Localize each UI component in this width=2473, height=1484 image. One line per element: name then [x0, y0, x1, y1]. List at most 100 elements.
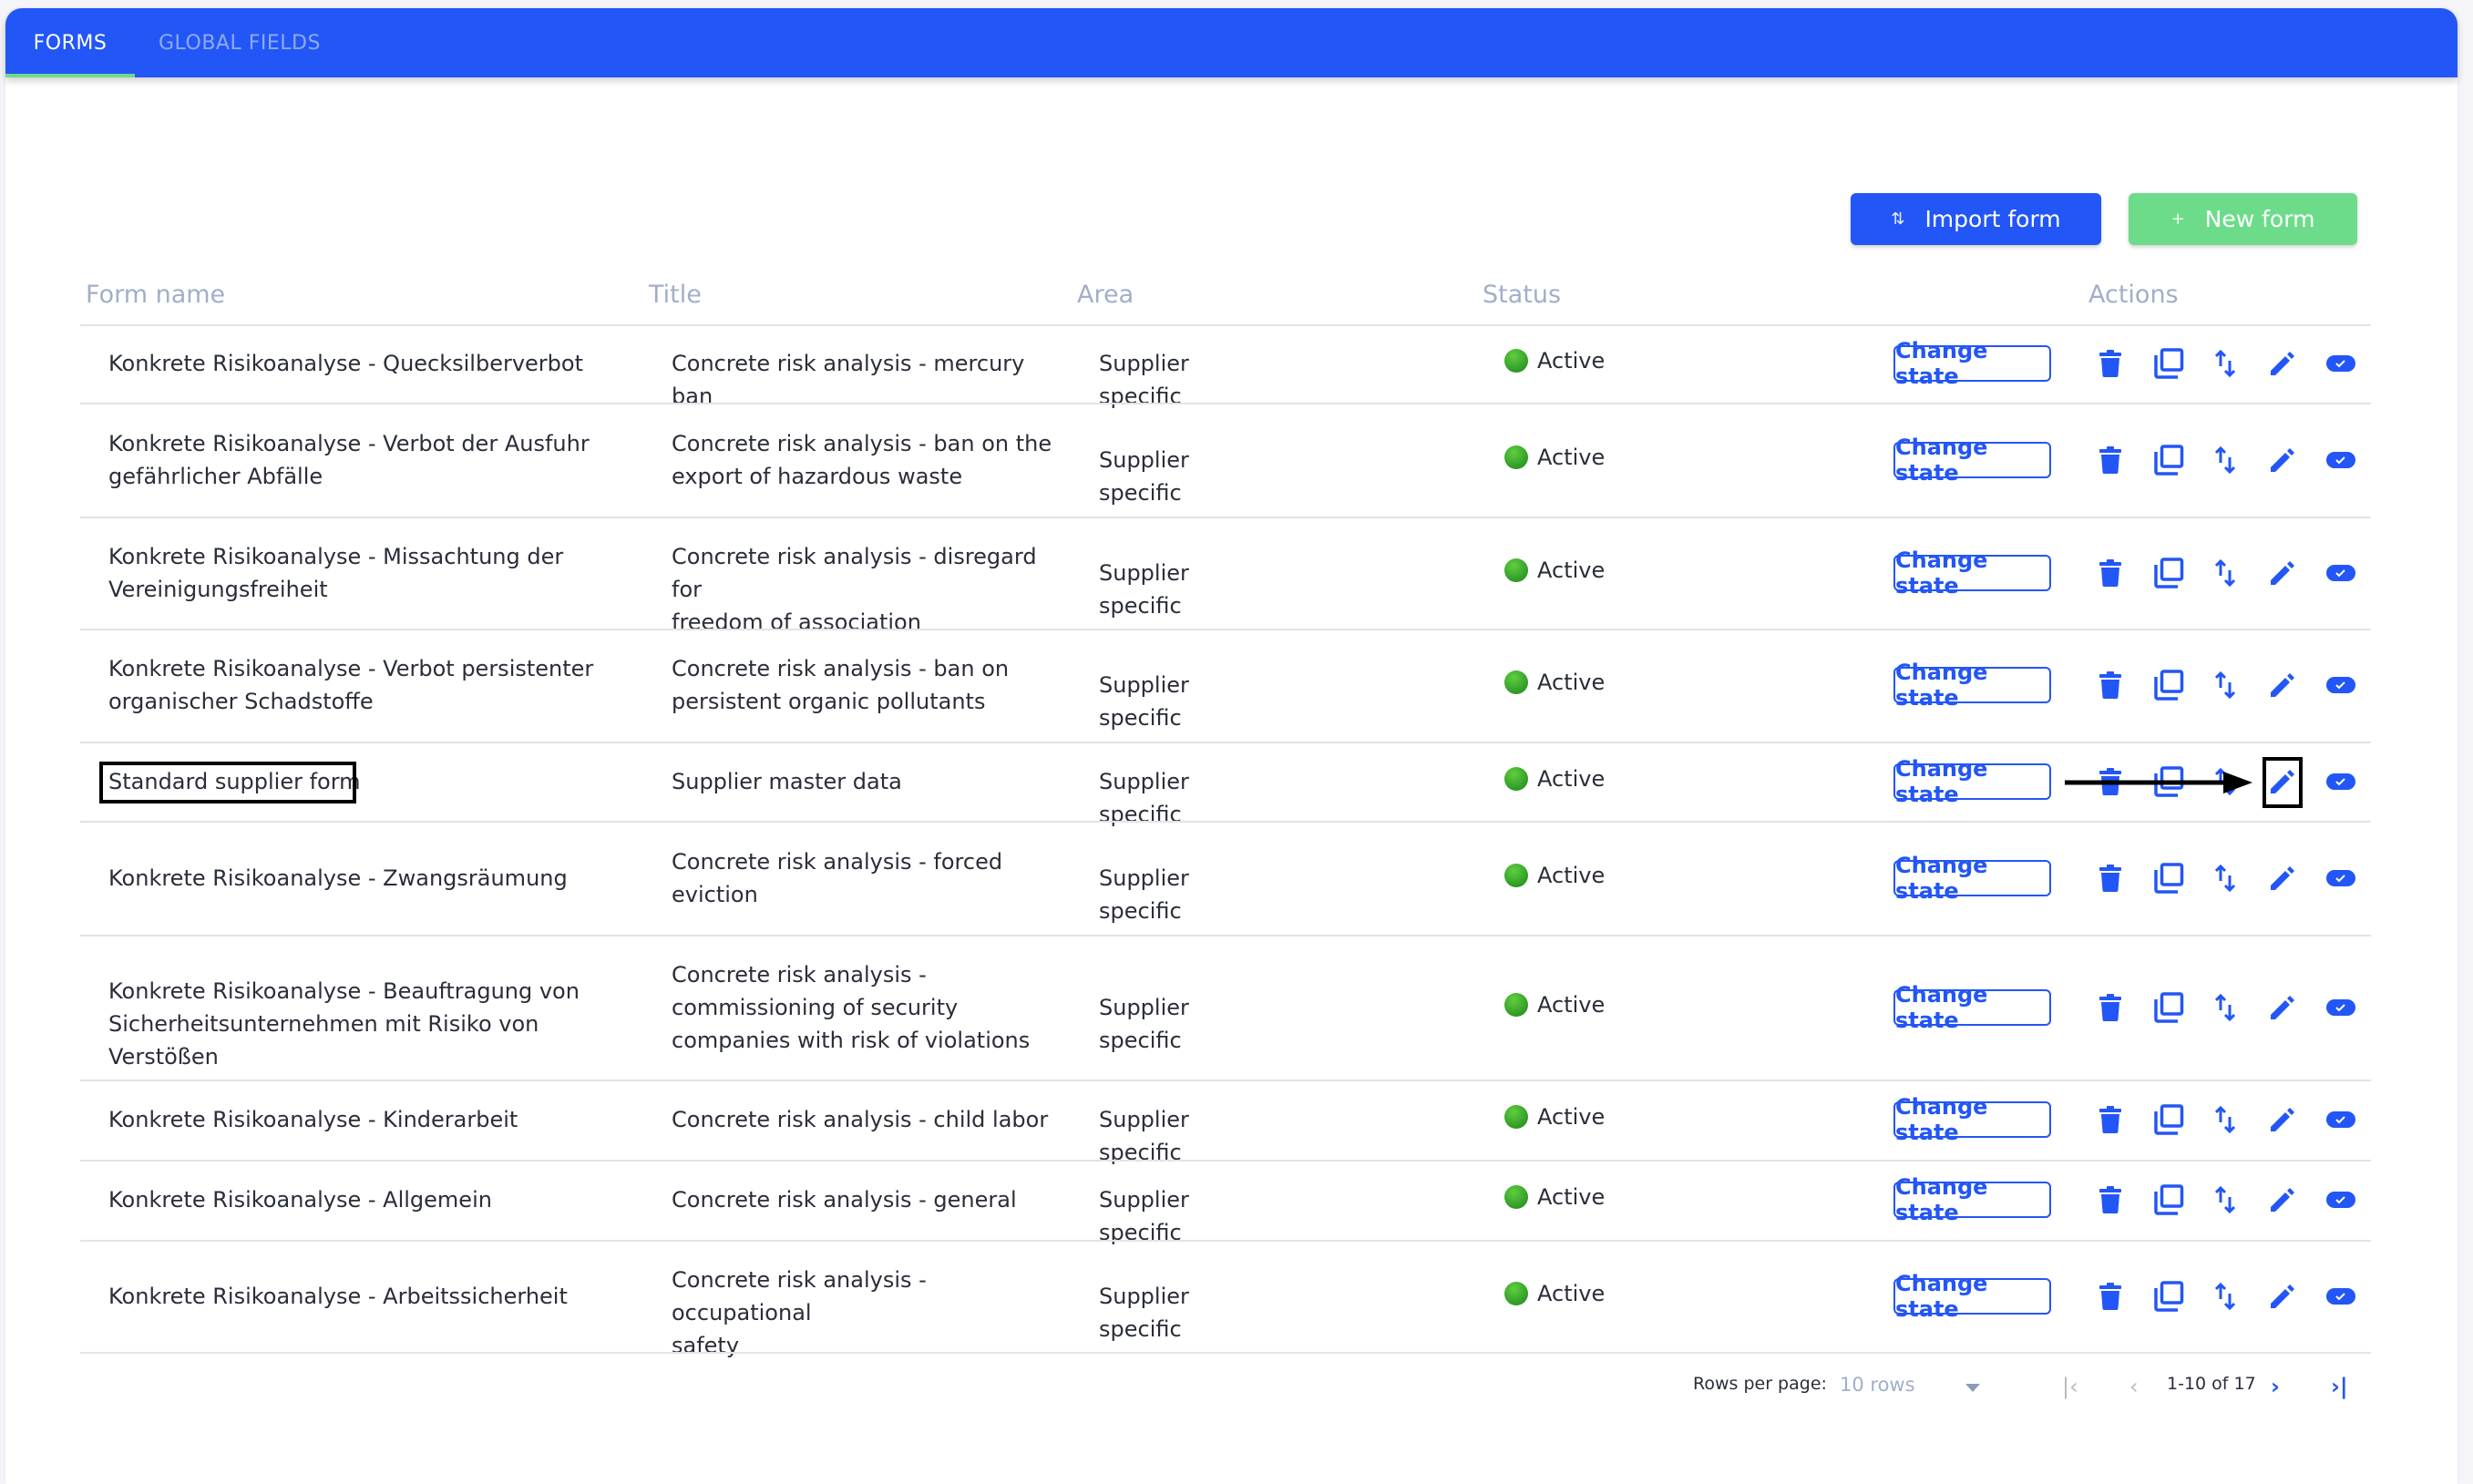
edit-pencil-icon[interactable] — [2266, 1183, 2299, 1216]
change-state-button[interactable]: Change state — [1893, 338, 2051, 389]
duplicate-icon[interactable] — [2152, 862, 2185, 895]
first-page-icon[interactable]: |‹ — [2062, 1374, 2078, 1399]
change-state-button[interactable]: Change state — [1893, 660, 2051, 711]
toggle-check-icon[interactable] — [2324, 765, 2357, 798]
trash-icon[interactable] — [2094, 669, 2127, 701]
status-badge: Active — [1504, 670, 1605, 695]
duplicate-icon[interactable] — [2152, 347, 2185, 380]
change-state-button[interactable]: Change state — [1893, 982, 2051, 1033]
duplicate-icon[interactable] — [2152, 1280, 2185, 1313]
export-arrows-icon[interactable] — [2209, 557, 2242, 589]
title-cell: Concrete risk analysis - general — [672, 1183, 1072, 1216]
edit-pencil-icon[interactable] — [2266, 1103, 2299, 1136]
title-cell-line: eviction — [672, 881, 758, 907]
title-cell: Concrete risk analysis - child labor — [672, 1103, 1072, 1136]
form-name-cell: Konkrete Risikoanalyse - Verbot der Ausf… — [108, 427, 655, 493]
change-state-button[interactable]: Change state — [1893, 1174, 2051, 1225]
toggle-check-icon[interactable] — [2324, 557, 2357, 589]
area-cell: Supplier specific — [1099, 672, 1189, 731]
edit-pencil-icon[interactable] — [2266, 1280, 2299, 1313]
change-state-button[interactable]: Change state — [1893, 756, 2051, 807]
row-divider — [80, 1240, 2371, 1242]
duplicate-icon[interactable] — [2152, 557, 2185, 589]
status-label: Active — [1537, 1280, 1606, 1306]
status-label: Active — [1537, 1184, 1606, 1210]
toggle-check-icon[interactable] — [2324, 347, 2357, 380]
export-arrows-icon[interactable] — [2209, 444, 2242, 476]
duplicate-icon[interactable] — [2152, 1103, 2185, 1136]
change-state-button[interactable]: Change state — [1893, 853, 2051, 904]
toggle-check-icon[interactable] — [2324, 1103, 2357, 1136]
change-state-button[interactable]: Change state — [1893, 435, 2051, 486]
trash-icon[interactable] — [2094, 862, 2127, 895]
tab-global-fields[interactable]: GLOBAL FIELDS — [159, 8, 321, 77]
trash-icon[interactable] — [2094, 1280, 2127, 1313]
active-tab-indicator — [5, 74, 135, 77]
title-cell-line: commissioning of security — [672, 994, 959, 1020]
edit-pencil-icon[interactable] — [2266, 557, 2299, 589]
change-state-button[interactable]: Change state — [1893, 1094, 2051, 1145]
export-arrows-icon[interactable] — [2209, 669, 2242, 701]
toggle-check-icon[interactable] — [2324, 862, 2357, 895]
form-name-cell: Konkrete Risikoanalyse - Zwangsräumung — [108, 862, 655, 895]
next-page-icon[interactable]: › — [2271, 1374, 2280, 1399]
export-arrows-icon[interactable] — [2209, 347, 2242, 380]
edit-pencil-icon[interactable] — [2266, 669, 2299, 701]
duplicate-icon[interactable] — [2152, 669, 2185, 701]
title-cell-line: Concrete risk analysis - forced — [672, 848, 1003, 875]
trash-icon[interactable] — [2094, 765, 2127, 798]
export-arrows-icon[interactable] — [2209, 1183, 2242, 1216]
edit-pencil-icon[interactable] — [2266, 765, 2299, 798]
title-cell: Concrete risk analysis - forced eviction — [672, 845, 1072, 911]
form-name-cell-line: Konkrete Risikoanalyse - Beauftragung vo… — [108, 977, 580, 1004]
trash-icon[interactable] — [2094, 991, 2127, 1024]
column-header-title[interactable]: Title — [649, 281, 702, 309]
duplicate-icon[interactable] — [2152, 1183, 2185, 1216]
import-form-button[interactable]: ⇅ Import form — [1851, 193, 2101, 245]
edit-pencil-icon[interactable] — [2266, 862, 2299, 895]
export-arrows-icon[interactable] — [2209, 1103, 2242, 1136]
row-divider — [80, 935, 2371, 936]
duplicate-icon[interactable] — [2152, 765, 2185, 798]
row-divider — [80, 821, 2371, 823]
column-header-form-name[interactable]: Form name — [86, 281, 225, 309]
tab-global-fields-label: GLOBAL FIELDS — [159, 31, 321, 55]
tab-forms-label: FORMS — [33, 31, 108, 55]
toggle-check-icon[interactable] — [2324, 1280, 2357, 1313]
change-state-button[interactable]: Change state — [1893, 548, 2051, 599]
trash-icon[interactable] — [2094, 1183, 2127, 1216]
export-arrows-icon[interactable] — [2209, 991, 2242, 1024]
last-page-icon[interactable]: ›| — [2331, 1374, 2348, 1399]
trash-icon[interactable] — [2094, 347, 2127, 380]
area-cell: Supplier specific — [1099, 994, 1189, 1053]
chevron-down-icon[interactable] — [1965, 1384, 1980, 1392]
duplicate-icon[interactable] — [2152, 444, 2185, 476]
trash-icon[interactable] — [2094, 444, 2127, 476]
title-cell-line: Supplier master data — [672, 768, 902, 794]
toggle-check-icon[interactable] — [2324, 444, 2357, 476]
duplicate-icon[interactable] — [2152, 991, 2185, 1024]
form-name-cell-line: Sicherheitsunternehmen mit Risiko von Ve… — [108, 1010, 539, 1070]
title-cell-line: Concrete risk analysis - disregard for — [672, 543, 1037, 602]
trash-icon[interactable] — [2094, 1103, 2127, 1136]
change-state-button[interactable]: Change state — [1893, 1271, 2051, 1322]
form-name-cell-line: gefährlicher Abfälle — [108, 463, 323, 489]
column-header-area[interactable]: Area — [1077, 281, 1134, 309]
form-name-cell: Konkrete Risikoanalyse - Kinderarbeit — [108, 1103, 655, 1136]
export-arrows-icon[interactable] — [2209, 765, 2242, 798]
edit-pencil-icon[interactable] — [2266, 347, 2299, 380]
edit-pencil-icon[interactable] — [2266, 444, 2299, 476]
row-divider — [80, 403, 2371, 404]
trash-icon[interactable] — [2094, 557, 2127, 589]
status-badge: Active — [1504, 348, 1605, 374]
toggle-check-icon[interactable] — [2324, 1183, 2357, 1216]
export-arrows-icon[interactable] — [2209, 1280, 2242, 1313]
toggle-check-icon[interactable] — [2324, 991, 2357, 1024]
export-arrows-icon[interactable] — [2209, 862, 2242, 895]
toggle-check-icon[interactable] — [2324, 669, 2357, 701]
tab-forms[interactable]: FORMS — [5, 8, 135, 77]
prev-page-icon[interactable]: ‹ — [2129, 1374, 2139, 1399]
edit-pencil-icon[interactable] — [2266, 991, 2299, 1024]
new-form-button[interactable]: + New form — [2129, 193, 2357, 245]
column-header-status[interactable]: Status — [1483, 281, 1561, 309]
